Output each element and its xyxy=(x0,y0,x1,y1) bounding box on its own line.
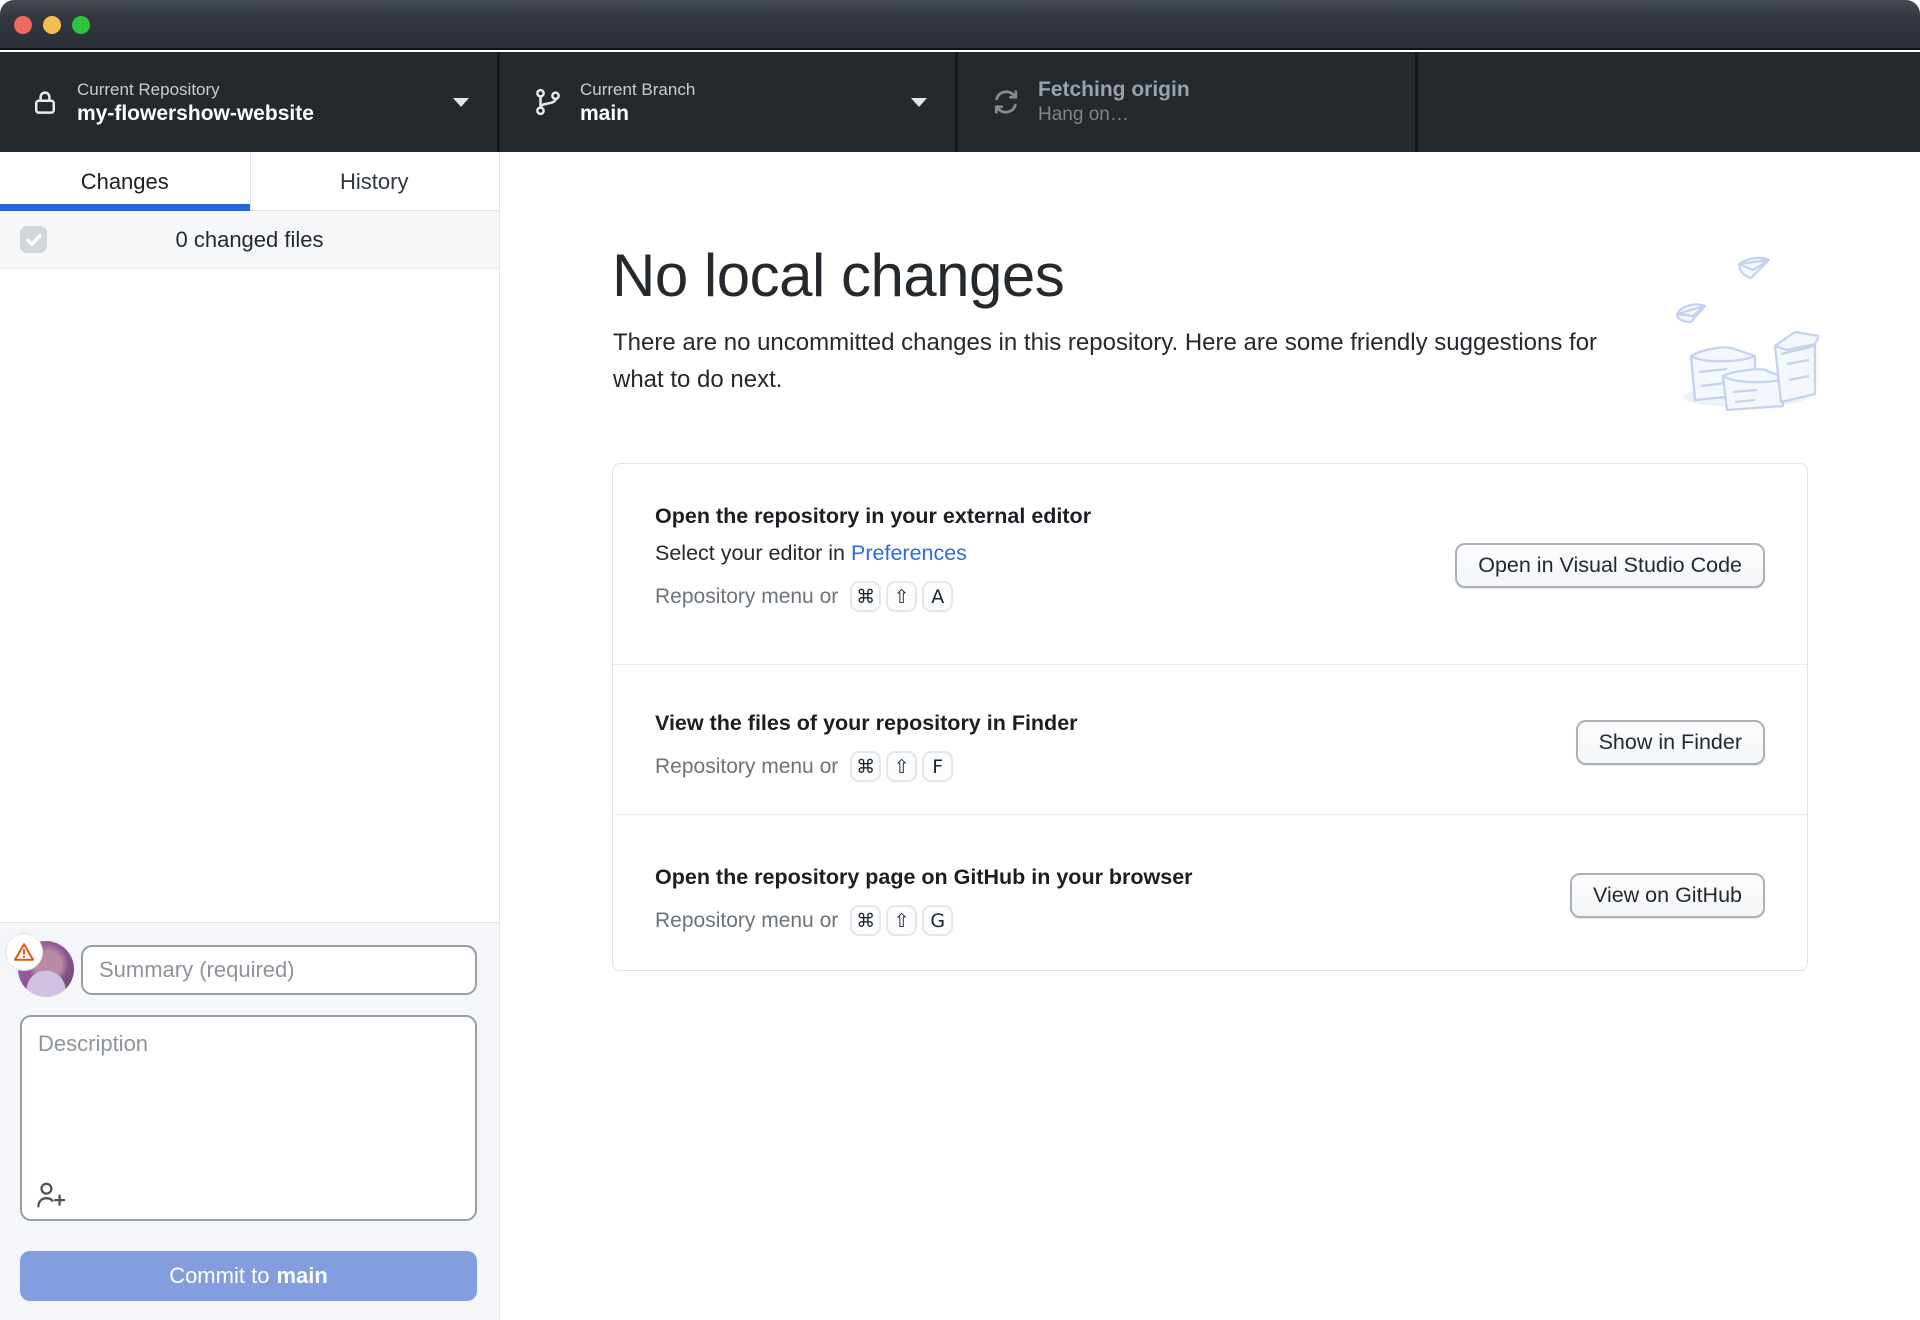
commit-button-branch: main xyxy=(276,1263,328,1288)
branch-name: main xyxy=(580,101,630,125)
suggestions-card: Open the repository in your external edi… xyxy=(612,463,1808,971)
keycap-letter: F xyxy=(922,751,954,782)
changed-files-row: 0 changed files xyxy=(0,211,499,269)
page-title: No local changes xyxy=(612,242,1065,309)
git-branch-icon xyxy=(536,88,560,116)
commit-form: Commit to main xyxy=(0,922,499,1320)
summary-input[interactable] xyxy=(81,945,477,995)
repository-name: my-flowershow-website xyxy=(77,101,314,125)
minimize-button[interactable] xyxy=(43,16,61,34)
sidebar: Changes History 0 changed files Summary … xyxy=(0,152,500,1320)
branch-label: Current Branch xyxy=(580,79,696,99)
fetch-status-title: Fetching origin xyxy=(1038,78,1190,101)
titlebar xyxy=(0,0,1920,50)
close-button[interactable] xyxy=(14,16,32,34)
keycap-shift: ⇧ xyxy=(886,905,918,936)
keycap-letter: G xyxy=(922,905,954,936)
paper-stack-illustration xyxy=(1675,256,1819,412)
keycap-letter: A xyxy=(922,581,954,612)
suggestion-title: Open the repository in your external edi… xyxy=(655,504,1092,528)
suggestion-row-external-editor: Open the repository in your external edi… xyxy=(613,464,1807,664)
page-subtitle: There are no uncommitted changes in this… xyxy=(613,329,1598,393)
add-coauthor-button[interactable] xyxy=(34,1179,68,1213)
repository-label: Current Repository xyxy=(77,79,220,99)
commit-warning-badge xyxy=(6,934,42,970)
keycap-command: ⌘ xyxy=(850,751,882,782)
current-repository-button[interactable]: Current Repository my-flowershow-website xyxy=(0,52,500,152)
zoom-button[interactable] xyxy=(72,16,90,34)
keycap-shift: ⇧ xyxy=(886,581,918,612)
person-add-icon xyxy=(37,1182,66,1208)
suggestion-row-github: Open the repository page on GitHub in yo… xyxy=(613,814,1807,970)
current-branch-button[interactable]: Current Branch main xyxy=(503,52,958,152)
tab-changes[interactable]: Changes xyxy=(0,152,250,211)
lock-icon xyxy=(35,91,55,114)
warning-triangle-icon xyxy=(13,943,35,961)
open-in-editor-button[interactable]: Open in Visual Studio Code xyxy=(1455,543,1765,588)
fetch-status-subtitle: Hang on… xyxy=(1038,104,1129,125)
fetch-origin-button[interactable]: Fetching origin Hang on… xyxy=(961,52,1418,152)
commit-button[interactable]: Commit to main xyxy=(20,1251,477,1301)
sidebar-tabs: Changes History xyxy=(0,152,499,211)
keycap-shift: ⇧ xyxy=(886,751,918,782)
changed-files-count: 0 changed files xyxy=(175,226,324,252)
view-on-github-button[interactable]: View on GitHub xyxy=(1570,873,1765,918)
keycap-command: ⌘ xyxy=(850,581,882,612)
suggestion-row-finder: View the files of your repository in Fin… xyxy=(613,664,1807,814)
chevron-down-icon xyxy=(453,98,469,107)
chevron-down-icon xyxy=(911,98,927,107)
tab-history[interactable]: History xyxy=(249,152,499,211)
preferences-link[interactable]: Preferences xyxy=(851,541,967,565)
toolbar: Current Repository my-flowershow-website… xyxy=(0,52,1920,152)
commit-button-label: Commit to xyxy=(169,1263,270,1288)
keycap-command: ⌘ xyxy=(850,905,882,936)
shortcut-text: Repository menu or xyxy=(655,754,839,778)
app-window: Current Repository my-flowershow-website… xyxy=(0,0,1920,1320)
editor-hint-text: Select your editor in xyxy=(655,541,846,565)
window-controls xyxy=(14,16,90,34)
main-content: No local changes There are no uncommitte… xyxy=(501,152,1920,1320)
show-in-finder-button[interactable]: Show in Finder xyxy=(1575,720,1765,765)
shortcut-text: Repository menu or xyxy=(655,908,839,932)
sync-icon xyxy=(994,90,1018,114)
shortcut-text: Repository menu or xyxy=(655,584,839,608)
description-textarea[interactable] xyxy=(20,1015,477,1221)
